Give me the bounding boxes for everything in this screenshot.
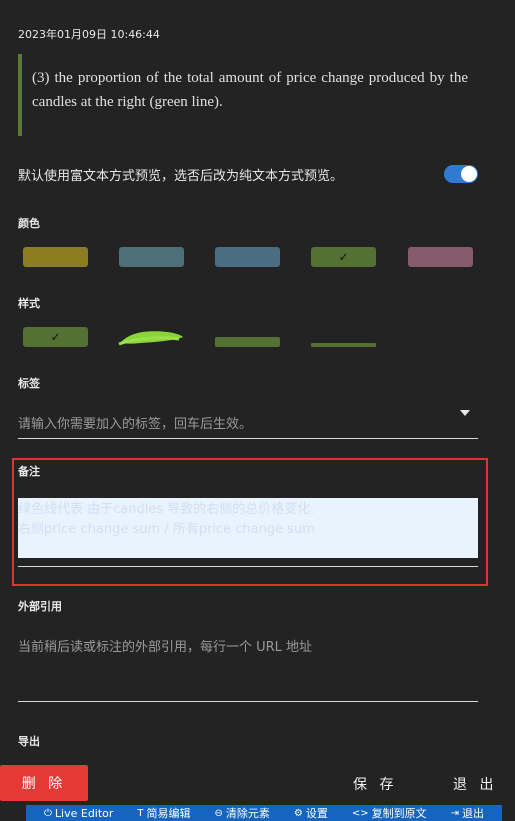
tags-label: 标签	[18, 377, 40, 390]
clear-elements-button[interactable]: ⊖ 清除元素	[215, 805, 270, 821]
delete-button[interactable]: 删 除	[0, 765, 88, 801]
minus-circle-icon: ⊖	[214, 807, 223, 819]
preview-preference-row: 默认使用富文本方式预览，选否后改为纯文本方式预览。	[18, 164, 478, 184]
gear-icon: ⚙	[293, 807, 303, 819]
tags-input-underline	[18, 438, 478, 439]
check-icon: ✓	[338, 250, 349, 264]
preview-preference-label: 默认使用富文本方式预览，选否后改为纯文本方式预览。	[18, 168, 344, 184]
external-refs-underline	[18, 701, 478, 702]
simple-edit-button[interactable]: T 简易编辑	[137, 805, 190, 821]
colors-label: 颜色	[18, 217, 40, 230]
note-underline	[18, 566, 478, 567]
note-line: 绿色线代表 由于candles 导致的右侧的总价格变化.	[18, 502, 315, 517]
timestamp: 2023年01月09日 10:46:44	[18, 28, 160, 41]
note-label: 备注	[18, 465, 40, 478]
toggle-knob	[461, 166, 477, 182]
live-editor-label: Live Editor	[54, 806, 114, 820]
copy-to-source-label: 复制到原文	[371, 807, 427, 820]
color-swatch-olive[interactable]	[23, 247, 88, 267]
external-refs-label: 外部引用	[18, 600, 62, 613]
save-button[interactable]: 保 存	[353, 774, 397, 794]
external-refs-input[interactable]: 当前稍后读或标注的外部引用，每行一个 URL 地址	[18, 636, 312, 655]
note-line: 右侧price change sum / 所有price change sum	[18, 522, 315, 537]
bottom-toolbar: ⏻ Live Editor T 简易编辑 ⊖ 清除元素 ⚙ 设置 <> 复制到原…	[26, 805, 502, 821]
exit-toolbar-label: 退出	[461, 807, 484, 820]
color-swatch-slate-teal[interactable]	[119, 247, 184, 267]
settings-button[interactable]: ⚙ 设置	[294, 805, 328, 821]
exit-button[interactable]: 退 出	[453, 774, 497, 794]
color-swatch-steel-blue[interactable]	[215, 247, 280, 267]
copy-to-source-button[interactable]: <> 复制到原文	[352, 805, 427, 821]
chevron-down-icon[interactable]	[460, 410, 470, 416]
color-swatch-moss-green[interactable]: ✓	[311, 247, 376, 267]
color-swatch-mauve[interactable]	[408, 247, 473, 267]
note-textarea[interactable]: 绿色线代表 由于candles 导致的右侧的总价格变化. 右侧price cha…	[18, 498, 478, 558]
simple-edit-label: 简易编辑	[146, 807, 191, 820]
text-icon: T	[137, 807, 144, 819]
style-option-brush-highlight[interactable]	[117, 326, 185, 348]
check-icon: ✓	[50, 330, 61, 344]
clear-elements-label: 清除元素	[225, 807, 270, 820]
exit-icon: ⇥	[450, 807, 459, 819]
brush-stroke-icon	[118, 331, 183, 346]
style-option-solid-box[interactable]: ✓	[23, 327, 88, 347]
highlighted-quote: (3) the proportion of the total amount o…	[18, 54, 478, 136]
live-editor-button[interactable]: ⏻ Live Editor	[44, 807, 113, 820]
code-icon: <>	[351, 807, 369, 819]
settings-label: 设置	[305, 807, 328, 820]
exit-toolbar-button[interactable]: ⇥ 退出	[451, 805, 484, 821]
export-label: 导出	[18, 735, 40, 748]
style-label: 样式	[18, 297, 40, 310]
tags-input[interactable]: 请输入你需要加入的标签，回车后生效。	[18, 413, 252, 432]
preview-toggle[interactable]	[444, 165, 478, 183]
style-option-thin-underline[interactable]	[311, 343, 376, 347]
style-option-thick-underline[interactable]	[215, 337, 280, 347]
power-icon: ⏻	[43, 807, 52, 819]
